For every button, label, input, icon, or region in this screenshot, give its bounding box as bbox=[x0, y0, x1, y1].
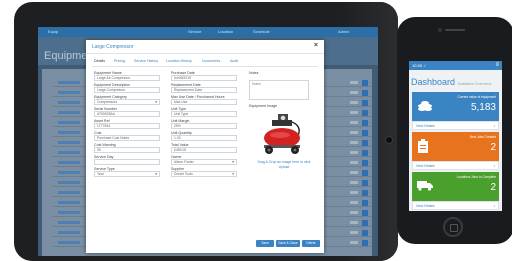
phone-camera bbox=[438, 28, 442, 32]
image-drop-zone[interactable]: Drag & Drop an image here or click Uploa… bbox=[252, 160, 316, 170]
card-caption: Locations Jobs to Complete bbox=[456, 175, 496, 179]
card-value: 2 bbox=[490, 182, 496, 193]
card-footer[interactable]: View Details › bbox=[412, 121, 499, 130]
serial-number-field[interactable]: AT05928AA bbox=[94, 111, 160, 117]
chevron-right-icon: › bbox=[493, 163, 495, 168]
card-footer[interactable]: View Details › bbox=[412, 161, 499, 170]
service-day-field[interactable] bbox=[94, 159, 160, 165]
tab-pricing[interactable]: Pricing bbox=[114, 59, 125, 63]
save-button[interactable]: Save bbox=[256, 240, 274, 247]
tab-service-history[interactable]: Service History bbox=[134, 59, 158, 63]
supplier-select[interactable]: Dorset Tools bbox=[171, 171, 237, 177]
card-body: Locations Jobs to Complete 2 bbox=[412, 172, 499, 201]
equipment-name-field[interactable]: Large Air Compressor bbox=[94, 75, 160, 81]
compressor-image bbox=[264, 114, 300, 154]
dashboard-heading: Dashboard bbox=[411, 77, 456, 87]
background-top-link: Location bbox=[218, 29, 234, 34]
tab-audit[interactable]: Audit bbox=[230, 59, 238, 63]
view-details-link[interactable]: View Details bbox=[416, 124, 435, 128]
delete-button[interactable]: Delete bbox=[302, 240, 320, 247]
stat-card-location-jobs: Locations Jobs to Complete 2 View Detail… bbox=[412, 172, 499, 210]
background-top-link: Equip bbox=[48, 29, 59, 34]
card-caption: Current value of equipment bbox=[457, 95, 496, 99]
view-details-link[interactable]: View Details bbox=[416, 204, 435, 208]
equipment-image-label: Equipment Image bbox=[249, 104, 278, 108]
dashboard-subtitle: Statistics Overview bbox=[457, 81, 492, 86]
cost-field[interactable]: Purchase Cost Notes bbox=[94, 135, 160, 141]
truck-icon bbox=[417, 181, 433, 191]
card-value: 5,183 bbox=[470, 102, 496, 113]
background-top-link: Admin bbox=[338, 29, 350, 34]
max-use-field[interactable]: Max Use bbox=[171, 99, 237, 105]
save-close-button[interactable]: Save & Close bbox=[276, 240, 300, 247]
equipment-description-field[interactable]: Large Compressor bbox=[94, 87, 160, 93]
equipment-category-select[interactable]: Compressors bbox=[94, 99, 160, 105]
background-top-link: Schedule bbox=[253, 29, 270, 34]
view-details-link[interactable]: View Details bbox=[416, 164, 435, 168]
stat-card-new-jobs: New Jobs Created 2 View Details › bbox=[412, 132, 499, 170]
tab-documents[interactable]: Documents bbox=[202, 59, 220, 63]
stat-card-equipment-value: Current value of equipment 5,183 View De… bbox=[412, 92, 499, 130]
coins-icon bbox=[418, 101, 432, 111]
close-icon[interactable]: × bbox=[314, 42, 318, 49]
notes-label: Notes bbox=[249, 71, 259, 75]
background-topbar: Equip Service Location Schedule Admin bbox=[38, 27, 378, 37]
card-body: New Jobs Created 2 bbox=[412, 132, 499, 161]
dashboard-title: Dashboard Statistics Overview bbox=[411, 77, 491, 87]
background-top-link: Service bbox=[188, 29, 202, 34]
phone-home-button bbox=[443, 217, 463, 237]
phone-topbar: 10:35 ✓ ≡ bbox=[409, 61, 502, 70]
unit-margin-field[interactable]: 25% bbox=[171, 123, 237, 129]
service-type-select[interactable]: Year bbox=[94, 171, 160, 177]
notes-placeholder: Notes bbox=[252, 82, 261, 86]
unit-quantity-field[interactable]: 1.00 bbox=[171, 135, 237, 141]
card-body: Current value of equipment 5,183 bbox=[412, 92, 499, 121]
tablet-device: Equip Service Location Schedule Admin Eq… bbox=[14, 2, 398, 261]
notes-textarea[interactable]: Notes bbox=[249, 80, 309, 100]
owner-select[interactable]: Alison Foster bbox=[171, 159, 237, 165]
phone-screen: 10:35 ✓ ≡ Dashboard Statistics Overview … bbox=[409, 61, 502, 211]
purchase-date-field[interactable]: 04/05/2019 bbox=[171, 75, 237, 81]
card-footer[interactable]: View Details › bbox=[412, 201, 499, 210]
card-value: 2 bbox=[490, 142, 496, 153]
chevron-right-icon: › bbox=[493, 203, 495, 208]
asset-ref-field[interactable]: LT77634 bbox=[94, 123, 160, 129]
chevron-right-icon: › bbox=[493, 123, 495, 128]
modal-title: Large Compressor bbox=[92, 44, 134, 50]
tablet-home-button bbox=[385, 136, 393, 144]
unit-type-field[interactable]: Unit Type bbox=[171, 111, 237, 117]
tab-location-history[interactable]: Location History bbox=[166, 59, 192, 63]
equipment-modal: Large Compressor × Details Pricing Servi… bbox=[86, 40, 324, 253]
tablet-screen: Equip Service Location Schedule Admin Eq… bbox=[38, 27, 378, 256]
clipboard-icon bbox=[418, 139, 428, 153]
card-caption: New Jobs Created bbox=[469, 135, 496, 139]
phone-speaker bbox=[445, 29, 465, 31]
phone-status: 10:35 ✓ bbox=[412, 63, 427, 68]
cost-warning-field[interactable]: 30 bbox=[94, 147, 160, 153]
modal-divider bbox=[86, 53, 324, 54]
modal-tabs: Details Pricing Service History Location… bbox=[92, 57, 318, 67]
replacement-date-field[interactable]: Replacement Date bbox=[171, 87, 237, 93]
total-value-field[interactable]: £450.00 bbox=[171, 147, 237, 153]
phone-device: 10:35 ✓ ≡ Dashboard Statistics Overview … bbox=[397, 17, 512, 244]
hamburger-icon[interactable]: ≡ bbox=[495, 62, 499, 69]
tab-details[interactable]: Details bbox=[94, 59, 105, 63]
